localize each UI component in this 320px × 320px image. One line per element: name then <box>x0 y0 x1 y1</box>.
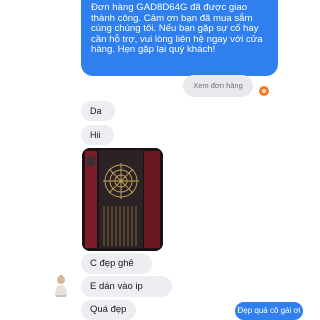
message-bubble-quadep: Quá đẹp <box>81 300 136 320</box>
phone-case-photo <box>82 148 163 251</box>
message-bubble-hii: Hii <box>81 125 114 145</box>
message-text: Hii <box>90 130 101 140</box>
message-text: Đẹp quá cô gái ơi <box>237 306 301 315</box>
avatar[interactable] <box>51 274 71 298</box>
view-order-label: Xem đơn hàng <box>193 81 243 90</box>
shop-message-text: Đơn hàng GAD8D64G đã được giao thành côn… <box>91 2 263 56</box>
message-bubble-edan: E dán vào ip lưng <box>81 276 172 313</box>
shop-message-bubble: Đơn hàng GAD8D64G đã được giao thành côn… <box>81 0 278 76</box>
message-bubble-cdep: C đẹp ghê ah <box>81 253 152 290</box>
message-text: Da <box>90 106 102 116</box>
view-order-button[interactable]: Xem đơn hàng <box>183 75 253 97</box>
message-bubble-da: Da <box>81 101 115 121</box>
message-text: Quá đẹp <box>90 304 127 315</box>
avatar-icon <box>55 275 67 297</box>
orange-circle-icon <box>259 86 269 96</box>
shared-photo[interactable] <box>82 148 163 251</box>
message-bubble-last: Đẹp quá cô gái ơi <box>235 302 303 320</box>
